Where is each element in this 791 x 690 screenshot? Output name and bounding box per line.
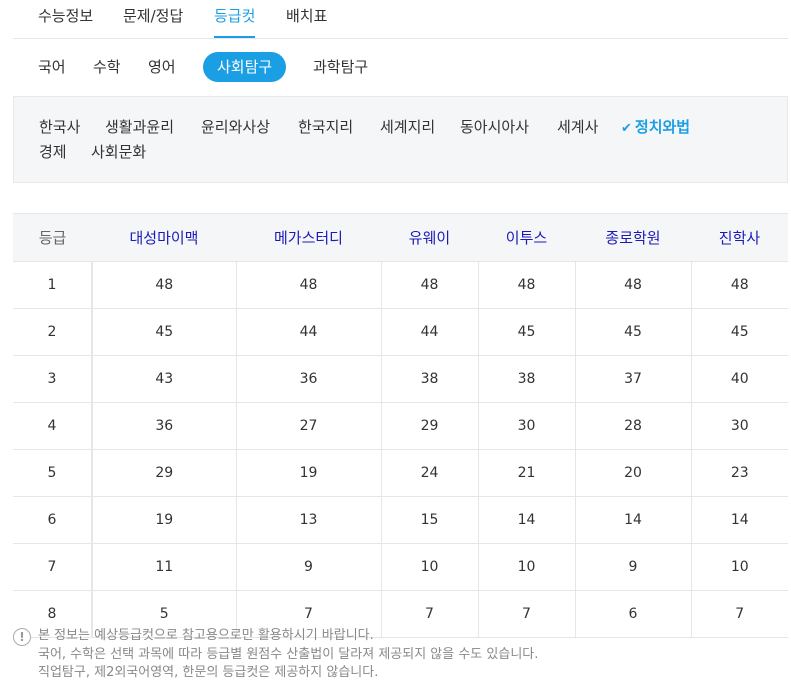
table-row: 4 36 27 29 30 28 30: [13, 402, 788, 450]
subject-korean-geography[interactable]: 한국지리: [298, 117, 353, 137]
score-cell: 19: [91, 496, 236, 544]
score-cell: 29: [380, 402, 478, 450]
subject-selector: 한국사 생활과윤리 윤리와사상 한국지리 세계지리 동아시아사 세계사 ✔ 정치와…: [13, 96, 788, 183]
column-header-provider: 메가스터디: [236, 213, 381, 262]
column-header-provider: 대성마이맥: [92, 213, 236, 262]
score-cell: 13: [235, 496, 381, 544]
score-cell: 48: [477, 261, 575, 309]
score-cell: 44: [235, 308, 381, 356]
score-cell: 48: [690, 261, 788, 309]
score-cell: 45: [477, 308, 575, 356]
score-cell: 45: [574, 308, 691, 356]
score-cell: 44: [380, 308, 478, 356]
score-cell: 14: [574, 496, 691, 544]
score-cell: 36: [91, 402, 236, 450]
tab-korean[interactable]: 국어: [38, 52, 66, 82]
score-cell: 14: [477, 496, 575, 544]
table-header-row: 등급 대성마이맥 메가스터디 유웨이 이투스 종로학원 진학사: [13, 213, 788, 262]
score-cell: 27: [235, 402, 381, 450]
subject-world-geography[interactable]: 세계지리: [380, 117, 435, 137]
score-cell: 30: [477, 402, 575, 450]
column-header-provider: 유웨이: [381, 213, 478, 262]
grade-cell: 7: [13, 543, 93, 591]
score-cell: 19: [235, 449, 381, 497]
subject-life-ethics[interactable]: 생활과윤리: [105, 117, 174, 137]
grade-cell: 5: [13, 449, 93, 497]
score-cell: 48: [380, 261, 478, 309]
table-row: 2 45 44 44 45 45 45: [13, 308, 788, 356]
tab-english[interactable]: 영어: [148, 52, 176, 82]
score-cell: 24: [380, 449, 478, 497]
notice-line: 본 정보는 예상등급컷으로 참고용으로만 활용하시기 바랍니다.: [38, 628, 374, 643]
tab-social-studies[interactable]: 사회탐구: [203, 52, 287, 82]
grade-cell: 4: [13, 402, 93, 450]
score-cell: 45: [91, 308, 236, 356]
table-row: 7 11 9 10 10 9 10: [13, 543, 788, 591]
score-cell: 38: [477, 355, 575, 403]
subject-east-asian-history[interactable]: 동아시아사: [460, 117, 529, 137]
score-cell: 45: [690, 308, 788, 356]
subject-world-history[interactable]: 세계사: [557, 117, 598, 137]
column-header-provider: 이투스: [478, 213, 575, 262]
score-cell: 48: [235, 261, 381, 309]
subject-economics[interactable]: 경제: [39, 142, 67, 162]
subject-society-culture[interactable]: 사회문화: [91, 142, 146, 162]
grade-cell: 2: [13, 308, 93, 356]
column-header-provider: 종로학원: [575, 213, 691, 262]
table-row: 6 19 13 15 14 14 14: [13, 496, 788, 544]
score-cell: 29: [91, 449, 236, 497]
score-cell: 9: [235, 543, 381, 591]
tab-math[interactable]: 수학: [93, 52, 121, 82]
check-icon: ✔: [621, 121, 632, 136]
table-row: 5 29 19 24 21 20 23: [13, 449, 788, 497]
score-cell: 43: [91, 355, 236, 403]
grade-cell: 3: [13, 355, 93, 403]
score-cell: 40: [690, 355, 788, 403]
notice: ! 본 정보는 예상등급컷으로 참고용으로만 활용하시기 바랍니다. 국어, 수…: [13, 627, 788, 683]
score-cell: 10: [690, 543, 788, 591]
grade-cell: 1: [13, 261, 93, 309]
main-tab-bar: 수능정보 문제/정답 등급컷 배치표: [13, 0, 788, 39]
grade-cell: 6: [13, 496, 93, 544]
score-cell: 20: [574, 449, 691, 497]
score-cell: 15: [380, 496, 478, 544]
grade-cut-table: 등급 대성마이맥 메가스터디 유웨이 이투스 종로학원 진학사 1 48 48 48 48 48 48 2…: [13, 213, 788, 638]
column-header-provider: 진학사: [691, 213, 788, 262]
score-cell: 48: [91, 261, 236, 309]
subject-politics-law[interactable]: ✔ 정치와법: [621, 117, 690, 137]
column-header-grade: 등급: [13, 213, 92, 262]
tab-questions-answers[interactable]: 문제/정답: [123, 0, 183, 37]
exclamation-icon: !: [13, 628, 31, 646]
score-cell: 9: [574, 543, 691, 591]
score-cell: 10: [477, 543, 575, 591]
tab-science[interactable]: 과학탐구: [313, 52, 368, 82]
score-cell: 28: [574, 402, 691, 450]
score-cell: 10: [380, 543, 478, 591]
score-cell: 37: [574, 355, 691, 403]
score-cell: 36: [235, 355, 381, 403]
tab-placement-table[interactable]: 배치표: [286, 0, 327, 37]
subject-ethics-thought[interactable]: 윤리와사상: [201, 117, 270, 137]
table-row: 1 48 48 48 48 48 48: [13, 261, 788, 309]
score-cell: 23: [690, 449, 788, 497]
table-row: 3 43 36 38 38 37 40: [13, 355, 788, 403]
score-cell: 38: [380, 355, 478, 403]
score-cell: 48: [574, 261, 691, 309]
tab-grade-cut[interactable]: 등급컷: [214, 0, 256, 38]
tab-exam-info[interactable]: 수능정보: [38, 0, 93, 37]
score-cell: 14: [690, 496, 788, 544]
notice-line: 직업탐구, 제2외국어영역, 한문의 등급컷은 제공하지 않습니다.: [38, 665, 379, 680]
notice-line: 국어, 수학은 선택 과목에 따라 등급별 원점수 산출법이 달라져 제공되지 …: [38, 646, 539, 662]
score-cell: 21: [477, 449, 575, 497]
score-cell: 30: [690, 402, 788, 450]
score-cell: 11: [91, 543, 236, 591]
subject-area-tabs: 국어 수학 영어 사회탐구 과학탐구: [13, 52, 788, 84]
subject-politics-law-label: 정치와법: [634, 118, 691, 136]
subject-korean-history[interactable]: 한국사: [39, 117, 80, 137]
